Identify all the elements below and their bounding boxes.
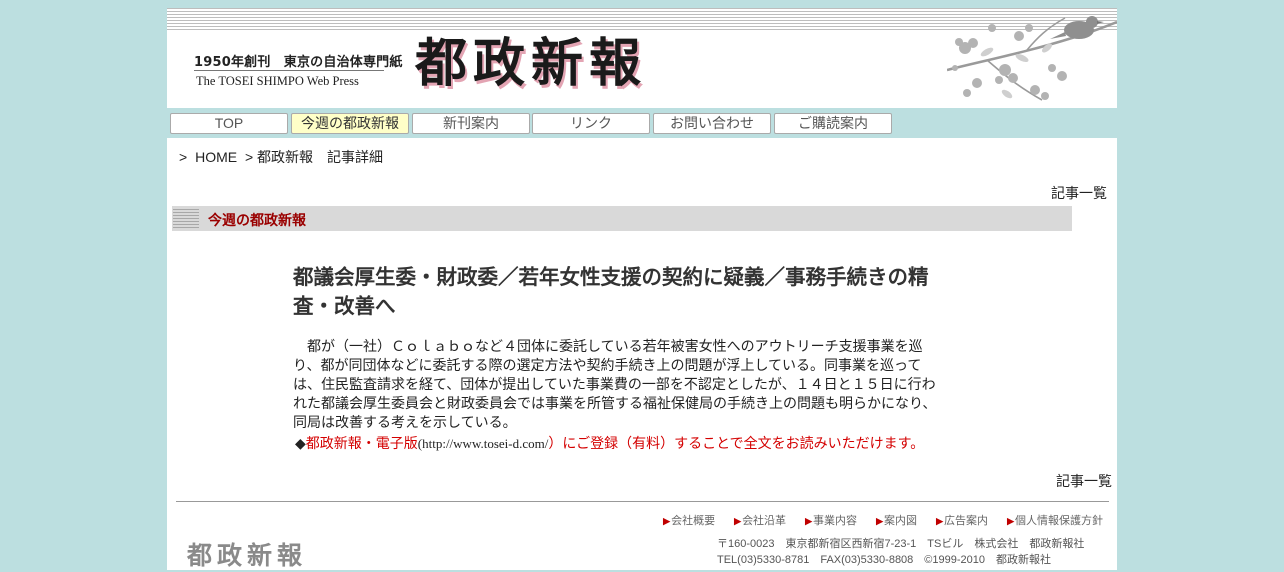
- breadcrumb-home-link[interactable]: HOME: [195, 149, 237, 165]
- main-content: > HOME > 都政新報 記事詳細 記事一覧 今週の都政新報 都議会厚生委・財…: [167, 138, 1117, 570]
- breadcrumb-separator: >: [179, 149, 188, 165]
- footer-divider: [176, 501, 1109, 502]
- tagline-divider: [194, 70, 384, 71]
- section-header: 今週の都政新報: [172, 206, 1072, 231]
- triangle-icon: ▶: [805, 516, 813, 526]
- triangle-icon: ▶: [936, 516, 944, 526]
- subscription-note-text: ）にご登録（有料）することで全文をお読みいただけます。: [548, 436, 925, 452]
- article-list-link-bottom[interactable]: 記事一覧: [1056, 471, 1112, 491]
- digital-edition-url[interactable]: (http://www.tosei-d.com/: [418, 436, 549, 451]
- site-header: 1950年創刊 東京の自治体専門紙 The TOSEI SHIMPO Web P…: [167, 8, 1117, 108]
- nav-item-this-week[interactable]: 今週の都政新報: [291, 113, 409, 134]
- main-nav: TOP 今週の都政新報 新刊案内 リンク お問い合わせ ご購読案内: [167, 108, 1117, 138]
- breadcrumb: > HOME > 都政新報 記事詳細: [179, 147, 387, 167]
- nav-item-new-books[interactable]: 新刊案内: [412, 113, 530, 134]
- footer-link-company[interactable]: ▶会社概要: [663, 515, 715, 527]
- footer-address: 〒160-0023 東京都新宿区西新宿7-23-1 TSビル 株式会社 都政新報…: [717, 536, 1084, 568]
- header-tagline: 1950年創刊 東京の自治体専門紙: [194, 55, 403, 70]
- subscription-note: ◆都政新報・電子版(http://www.tosei-d.com/）にご登録（有…: [295, 434, 935, 454]
- triangle-icon: ▶: [734, 516, 742, 526]
- footer-link-map[interactable]: ▶案内図: [876, 515, 917, 527]
- nav-item-subscription[interactable]: ご購読案内: [774, 113, 892, 134]
- diamond-icon: ◆: [295, 436, 306, 452]
- article-title: 都議会厚生委・財政委／若年女性支援の契約に疑義／事務手続きの精査・改善へ: [293, 265, 929, 318]
- footer-link-history[interactable]: ▶会社沿革: [734, 515, 786, 527]
- digital-edition-link[interactable]: 都政新報・電子版: [306, 436, 418, 452]
- footer-link-ads[interactable]: ▶広告案内: [936, 515, 988, 527]
- page: 1950年創刊 東京の自治体専門紙 The TOSEI SHIMPO Web P…: [167, 8, 1117, 570]
- triangle-icon: ▶: [663, 516, 671, 526]
- nav-item-contact[interactable]: お問い合わせ: [653, 113, 771, 134]
- section-stripes-icon: [173, 209, 199, 229]
- footer-links: ▶会社概要 ▶会社沿革 ▶事業内容 ▶案内図 ▶広告案内 ▶個人情報保護方針: [647, 512, 1103, 528]
- nav-item-top[interactable]: TOP: [170, 113, 288, 134]
- footer-link-privacy[interactable]: ▶個人情報保護方針: [1007, 515, 1103, 527]
- article-list-link-top[interactable]: 記事一覧: [1051, 183, 1107, 203]
- bird-branch-illustration: [947, 16, 1117, 101]
- triangle-icon: ▶: [876, 516, 884, 526]
- address-line: 〒160-0023 東京都新宿区西新宿7-23-1 TSビル 株式会社 都政新報…: [717, 538, 1085, 550]
- header-subline: The TOSEI SHIMPO Web Press: [196, 74, 359, 88]
- article-body: 都が（一社）Ｃｏｌａｂｏなど４団体に委託している若年被害女性へのアウトリーチ支援…: [293, 339, 937, 431]
- section-title: 今週の都政新報: [208, 213, 306, 229]
- triangle-icon: ▶: [1007, 516, 1014, 526]
- footer-logo: 都政新報: [187, 541, 308, 570]
- footer-link-business[interactable]: ▶事業内容: [805, 515, 857, 527]
- nav-item-links[interactable]: リンク: [532, 113, 650, 134]
- breadcrumb-current: > 都政新報 記事詳細: [244, 149, 384, 165]
- site-logo[interactable]: 都政新報: [415, 38, 647, 90]
